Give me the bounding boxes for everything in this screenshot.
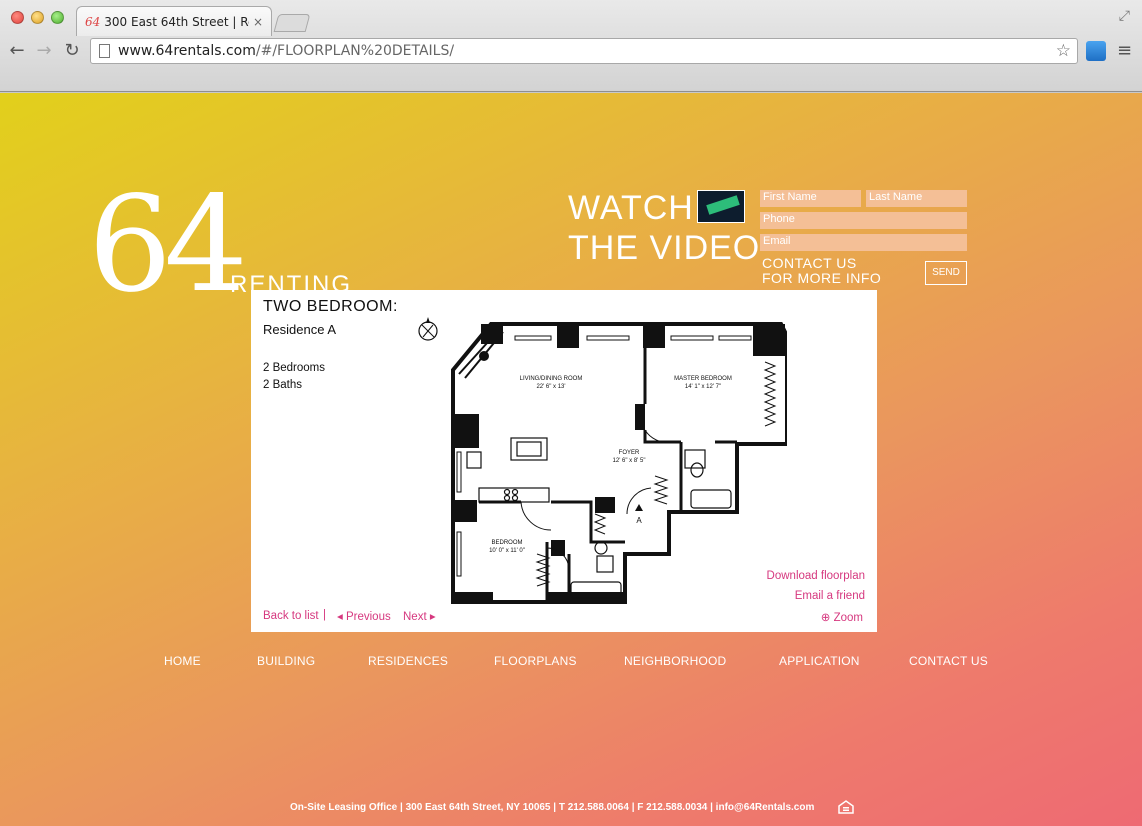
phone-field[interactable]: Phone bbox=[760, 212, 967, 229]
contact-line-1: CONTACT US bbox=[762, 255, 857, 271]
equal-housing-icon bbox=[838, 800, 854, 814]
reload-icon[interactable]: ↻ bbox=[61, 40, 83, 61]
link-separator: | bbox=[323, 609, 326, 621]
menu-icon[interactable]: ≡ bbox=[1117, 40, 1132, 61]
extension-icon[interactable] bbox=[1086, 41, 1106, 61]
nav-application[interactable]: APPLICATION bbox=[779, 654, 860, 668]
foyer-label: FOYER bbox=[619, 450, 640, 456]
tab-title: 300 East 64th Street | Rent bbox=[104, 14, 249, 29]
contact-line-2: FOR MORE INFO bbox=[762, 270, 882, 286]
nav-home[interactable]: HOME bbox=[164, 654, 201, 668]
compass-icon bbox=[418, 317, 438, 341]
favicon-icon: 64 bbox=[85, 14, 101, 29]
next-link[interactable]: Next ▸ bbox=[403, 609, 436, 623]
browser-chrome: 64 300 East 64th Street | Rent × ⤢ ← → ↻… bbox=[0, 0, 1142, 92]
fullscreen-icon[interactable]: ⤢ bbox=[1119, 8, 1130, 24]
back-to-list-link[interactable]: Back to list bbox=[263, 610, 319, 622]
zoom-link[interactable]: ⊕ Zoom bbox=[821, 610, 863, 624]
download-floorplan-link[interactable]: Download floorplan bbox=[767, 570, 865, 582]
new-tab-button[interactable] bbox=[273, 14, 311, 32]
webpage: 64 RENTING WATCH THE VIDEO First Name La… bbox=[0, 93, 1142, 826]
previous-link[interactable]: ◂ Previous bbox=[337, 609, 391, 623]
unit-details: 2 Bedrooms 2 Baths bbox=[263, 360, 325, 394]
footer-info: On-Site Leasing Office | 300 East 64th S… bbox=[290, 802, 815, 813]
bedrooms-count: 2 Bedrooms bbox=[263, 362, 326, 374]
minimize-window-button[interactable] bbox=[31, 11, 44, 24]
entry-arrow-icon bbox=[635, 504, 643, 511]
bedroom-label: BEDROOM bbox=[491, 540, 522, 546]
forward-arrow-icon[interactable]: → bbox=[33, 40, 55, 61]
email-friend-link[interactable]: Email a friend bbox=[795, 590, 865, 602]
logo-number: 64 bbox=[88, 168, 248, 322]
close-window-button[interactable] bbox=[11, 11, 24, 24]
url-path: /#/FLOORPLAN%20DETAILS/ bbox=[255, 43, 455, 59]
nav-building[interactable]: BUILDING bbox=[257, 654, 315, 668]
master-bedroom-label: MASTER BEDROOM bbox=[674, 376, 732, 382]
floorplan-title: TWO BEDROOM: bbox=[263, 298, 398, 315]
contact-form: First Name Last Name Phone Email bbox=[760, 190, 967, 256]
video-thumbnail[interactable] bbox=[697, 190, 745, 223]
window-controls bbox=[11, 11, 64, 24]
email-field[interactable]: Email bbox=[760, 234, 967, 251]
nav-residences[interactable]: RESIDENCES bbox=[368, 654, 448, 668]
last-name-field[interactable]: Last Name bbox=[866, 190, 967, 207]
back-arrow-icon[interactable]: ← bbox=[6, 40, 28, 61]
send-button[interactable]: SEND bbox=[925, 261, 967, 285]
bedroom-dimensions: 10' 0" x 11' 0" bbox=[489, 548, 525, 554]
bookmark-star-icon[interactable]: ☆ bbox=[1056, 41, 1071, 61]
nav-neighborhood[interactable]: NEIGHBORHOOD bbox=[624, 654, 726, 668]
floorplan-drawing: LIVING/DINING ROOM 22' 6" x 13' MASTER B… bbox=[451, 322, 787, 604]
floorplan-panel: TWO BEDROOM: Residence A 2 Bedrooms 2 Ba… bbox=[251, 290, 877, 632]
master-bedroom-dimensions: 14' 1" x 12' 7" bbox=[685, 384, 721, 390]
foyer-dimensions: 12' 6" x 8' 5" bbox=[613, 458, 646, 464]
url-host: www.64rentals.com bbox=[118, 43, 256, 59]
nav-contact-us[interactable]: CONTACT US bbox=[909, 654, 988, 668]
first-name-field[interactable]: First Name bbox=[760, 190, 861, 207]
living-room-label: LIVING/DINING ROOM bbox=[520, 376, 583, 382]
url-text[interactable]: www.64rentals.com/#/FLOORPLAN%20DETAILS/ bbox=[118, 43, 454, 59]
watch-line-2: THE VIDEO bbox=[568, 229, 761, 267]
residence-name: Residence A bbox=[263, 322, 336, 337]
address-bar[interactable]: www.64rentals.com/#/FLOORPLAN%20DETAILS/… bbox=[90, 38, 1078, 64]
baths-count: 2 Baths bbox=[263, 379, 302, 391]
tab-close-icon[interactable]: × bbox=[253, 15, 263, 29]
contact-prompt: CONTACT US FOR MORE INFO bbox=[762, 256, 881, 286]
zoom-window-button[interactable] bbox=[51, 11, 64, 24]
browser-tab[interactable]: 64 300 East 64th Street | Rent × bbox=[76, 6, 272, 36]
nav-floorplans[interactable]: FLOORPLANS bbox=[494, 654, 577, 668]
page-icon bbox=[99, 44, 110, 58]
entry-marker-label: A bbox=[636, 516, 642, 525]
living-room-dimensions: 22' 6" x 13' bbox=[536, 384, 565, 390]
